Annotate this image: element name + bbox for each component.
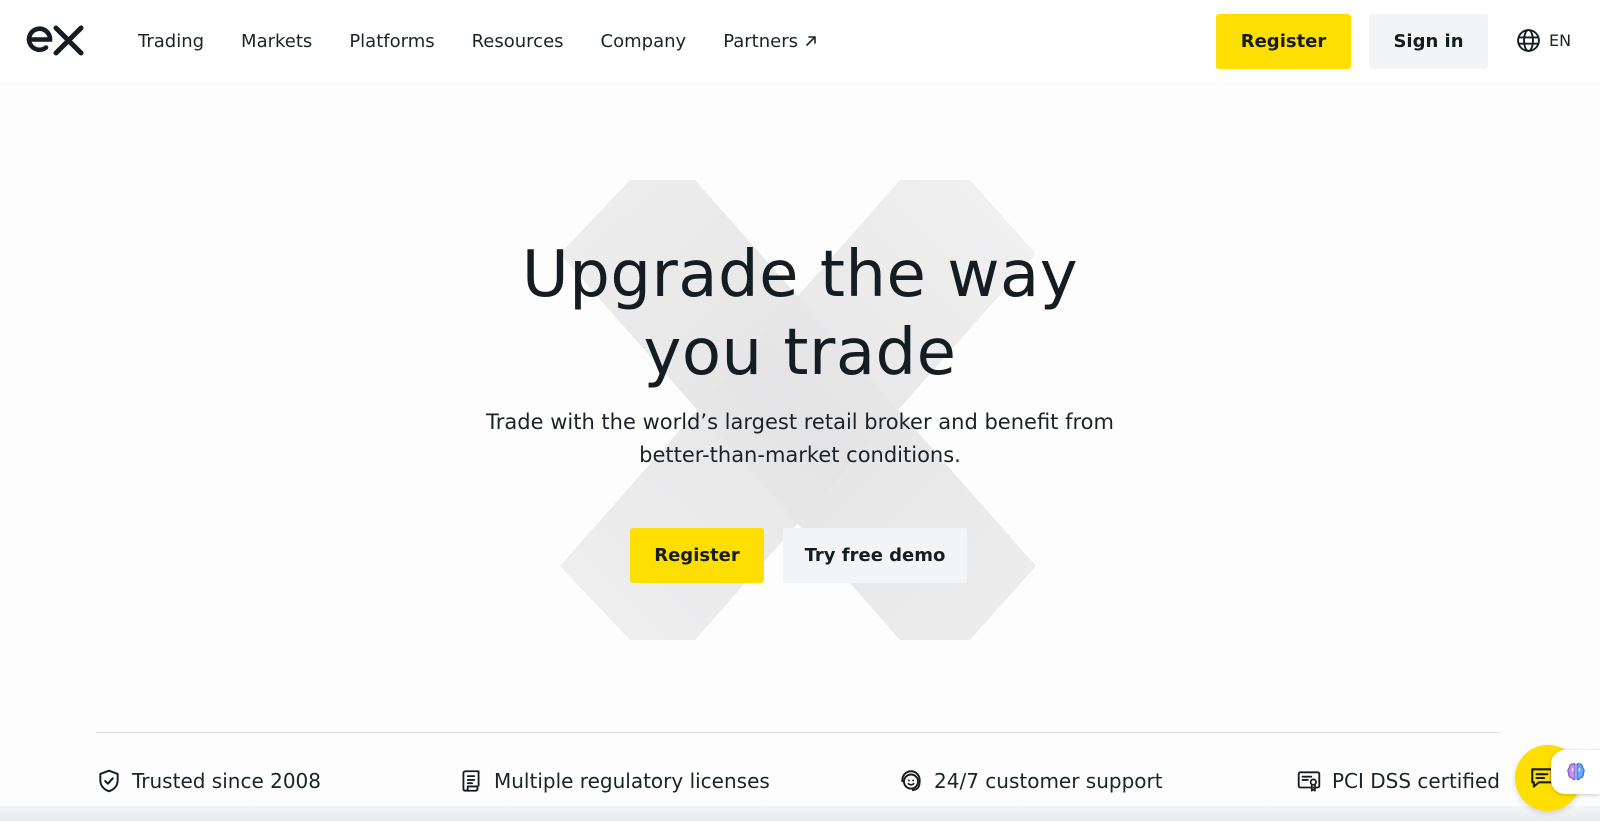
arrow-up-right-icon — [806, 36, 816, 46]
nav-item-company[interactable]: Company — [601, 31, 687, 52]
divider — [96, 732, 1500, 733]
site-header: Trading Markets Platforms Resources Comp… — [0, 0, 1600, 82]
feature-label: PCI DSS certified — [1332, 769, 1500, 793]
hero-subtitle: Trade with the world’s largest retail br… — [486, 410, 1114, 467]
certificate-icon — [1297, 771, 1321, 792]
feature-pci: PCI DSS certified — [1296, 768, 1500, 794]
try-free-demo-button[interactable]: Try free demo — [783, 528, 967, 583]
feature-licenses: Multiple regulatory licenses — [458, 768, 770, 794]
features-bar: Trusted since 2008 Multiple regulatory l… — [96, 768, 1500, 804]
header-register-button[interactable]: Register — [1216, 14, 1351, 69]
feature-label: Multiple regulatory licenses — [494, 769, 770, 793]
main-nav: Trading Markets Platforms Resources Comp… — [138, 0, 818, 82]
language-label: EN — [1549, 31, 1572, 50]
exness-logo[interactable] — [26, 22, 84, 56]
support-headset-icon — [901, 770, 921, 792]
feature-label: Trusted since 2008 — [132, 769, 322, 793]
nav-item-markets[interactable]: Markets — [241, 31, 312, 52]
nav-item-trading[interactable]: Trading — [138, 31, 204, 52]
hero-title: Upgrade the way you trade — [521, 238, 1079, 390]
feature-label: 24/7 customer support — [934, 769, 1163, 793]
license-scroll-icon — [462, 770, 480, 792]
language-selector[interactable]: EN — [1516, 28, 1571, 53]
shield-check-icon — [99, 769, 119, 793]
nav-item-platforms[interactable]: Platforms — [349, 31, 434, 52]
page-bottom-shade — [0, 806, 1600, 821]
brain-icon — [1566, 763, 1585, 781]
feature-trusted: Trusted since 2008 — [96, 768, 321, 794]
header-signin-button[interactable]: Sign in — [1369, 14, 1488, 69]
nav-item-partners[interactable]: Partners — [723, 31, 818, 52]
hero-register-button[interactable]: Register — [630, 528, 764, 583]
feature-support: 24/7 customer support — [898, 768, 1163, 794]
globe-icon — [1517, 29, 1540, 52]
nav-item-resources[interactable]: Resources — [472, 31, 564, 52]
ai-assistant-badge[interactable] — [1551, 750, 1600, 794]
